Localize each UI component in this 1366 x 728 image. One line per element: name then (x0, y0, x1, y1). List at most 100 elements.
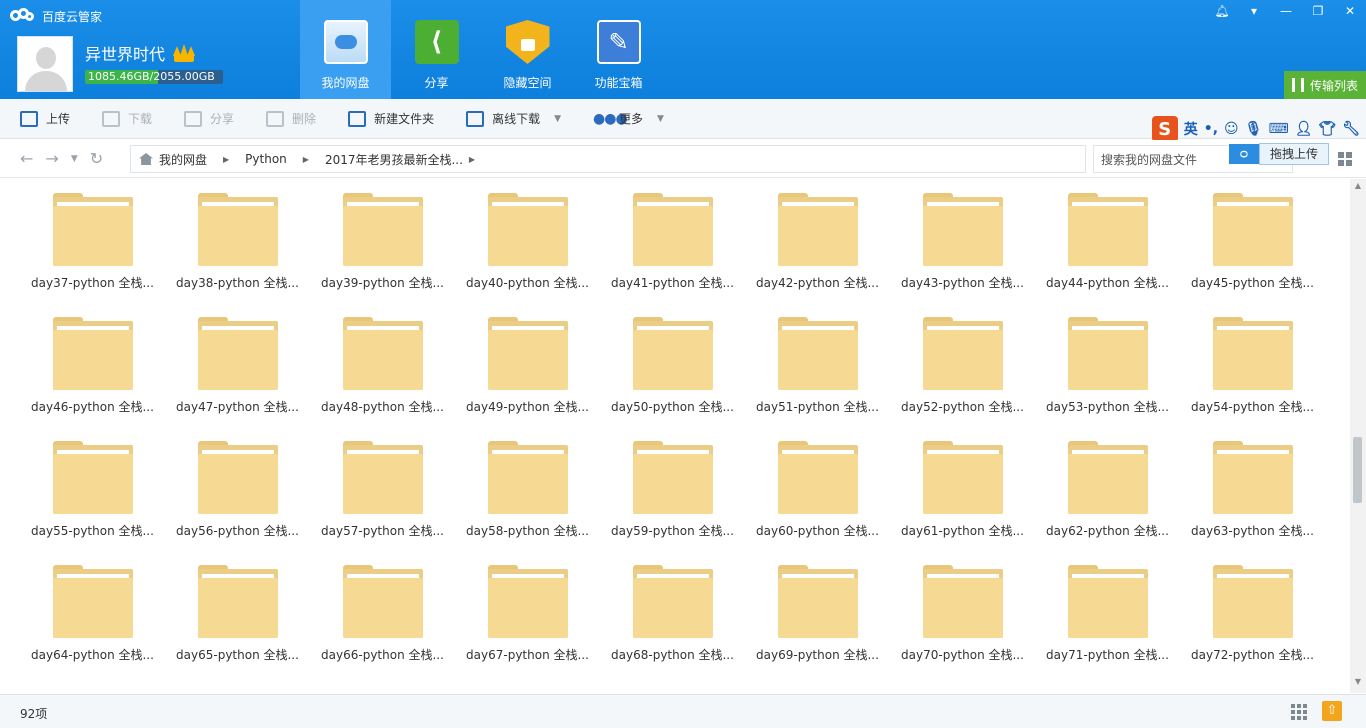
folder-item[interactable]: day65-python 全栈... (165, 565, 310, 689)
home-icon[interactable] (139, 153, 153, 165)
chevron-right-icon[interactable]: ▶ (469, 155, 475, 164)
folder-item[interactable]: day64-python 全栈... (20, 565, 165, 689)
ime-lang-toggle[interactable]: 英 (1184, 119, 1198, 139)
folder-item[interactable]: day71-python 全栈... (1035, 565, 1180, 689)
microphone-icon[interactable]: 🎙︎ (1245, 121, 1263, 137)
back-arrow-icon[interactable]: ← (20, 149, 33, 168)
folder-item[interactable]: day57-python 全栈... (310, 441, 455, 565)
folder-icon (197, 317, 278, 390)
minimize-icon[interactable]: — (1270, 0, 1302, 22)
breadcrumb-item-root[interactable]: 我的网盘 (159, 151, 207, 168)
folder-item[interactable]: day68-python 全栈... (600, 565, 745, 689)
lock-icon (505, 20, 550, 64)
sogou-ime-icon[interactable]: S (1151, 116, 1178, 142)
tab-share[interactable]: 分享 (391, 0, 482, 99)
folder-item[interactable]: day63-python 全栈... (1180, 441, 1325, 565)
folder-icon (922, 193, 1003, 266)
scroll-down-icon[interactable]: ▼ (1350, 677, 1366, 691)
folder-name: day52-python 全栈... (901, 400, 1024, 414)
vertical-scrollbar[interactable]: ▲ ▼ (1350, 179, 1366, 693)
emoji-icon[interactable]: ☺ (1224, 121, 1239, 137)
folder-item[interactable]: day72-python 全栈... (1180, 565, 1325, 689)
folder-item[interactable]: day45-python 全栈... (1180, 193, 1325, 317)
offline-download-button[interactable]: 离线下载 ▼ (466, 110, 561, 127)
folder-item[interactable]: day60-python 全栈... (745, 441, 890, 565)
folder-item[interactable]: day37-python 全栈... (20, 193, 165, 317)
history-dropdown-icon[interactable]: ▼ (71, 154, 78, 164)
more-button[interactable]: ●●● 更多 ▼ (593, 110, 664, 127)
folder-item[interactable]: day69-python 全栈... (745, 565, 890, 689)
folder-item[interactable]: day54-python 全栈... (1180, 317, 1325, 441)
username: 异世界时代 (85, 41, 196, 65)
folder-name: day49-python 全栈... (466, 400, 589, 414)
skin-icon[interactable]: 👕︎ (1318, 121, 1336, 137)
delete-button[interactable]: 删除 (266, 110, 316, 127)
view-grid-icon[interactable] (1338, 152, 1352, 166)
folder-item[interactable]: day40-python 全栈... (455, 193, 600, 317)
close-icon[interactable]: ✕ (1334, 0, 1366, 22)
folder-item[interactable]: day62-python 全栈... (1035, 441, 1180, 565)
folder-grid: day37-python 全栈... day38-python 全栈... day3… (20, 193, 1325, 689)
folder-item[interactable]: day66-python 全栈... (310, 565, 455, 689)
breadcrumb-item-current[interactable]: 2017年老男孩最新全栈... (325, 151, 463, 168)
breadcrumb-item-python[interactable]: Python (245, 152, 287, 166)
folder-icon (632, 317, 713, 390)
folder-item[interactable]: day44-python 全栈... (1035, 193, 1180, 317)
bell-icon[interactable]: 🔔︎ (1206, 0, 1238, 22)
tab-my-disk[interactable]: 我的网盘 (300, 0, 391, 99)
folder-item[interactable]: day52-python 全栈... (890, 317, 1035, 441)
chevron-right-icon[interactable]: ▶ (223, 155, 229, 164)
folder-item[interactable]: day38-python 全栈... (165, 193, 310, 317)
folder-item[interactable]: day55-python 全栈... (20, 441, 165, 565)
scroll-thumb[interactable] (1353, 437, 1362, 503)
upload-arrow-icon[interactable]: ⇧ (1322, 701, 1342, 721)
transfer-list-button[interactable]: 传输列表 (1284, 71, 1366, 99)
folder-name: day38-python 全栈... (176, 276, 299, 290)
menu-dropdown-icon[interactable]: ▾ (1238, 0, 1270, 22)
folder-item[interactable]: day56-python 全栈... (165, 441, 310, 565)
status-bar: 92项 ⇧ (0, 694, 1366, 728)
tab-hidden-space[interactable]: 隐藏空间 (482, 0, 573, 99)
folder-icon (922, 317, 1003, 390)
folder-item[interactable]: day59-python 全栈... (600, 441, 745, 565)
baidu-cloud-logo-icon (10, 8, 36, 24)
folder-icon (777, 565, 858, 638)
folder-item[interactable]: day48-python 全栈... (310, 317, 455, 441)
folder-name: day66-python 全栈... (321, 648, 444, 662)
drag-upload-tooltip[interactable]: ᴑ 拖拽上传 (1229, 142, 1330, 166)
folder-name: day47-python 全栈... (176, 400, 299, 414)
folder-item[interactable]: day61-python 全栈... (890, 441, 1035, 565)
avatar[interactable] (17, 36, 73, 92)
new-folder-button[interactable]: 新建文件夹 (348, 110, 434, 127)
folder-item[interactable]: day58-python 全栈... (455, 441, 600, 565)
folder-item[interactable]: day70-python 全栈... (890, 565, 1035, 689)
thumbnail-view-icon[interactable] (1291, 704, 1307, 720)
share-button[interactable]: 分享 (184, 110, 234, 127)
folder-item[interactable]: day43-python 全栈... (890, 193, 1035, 317)
folder-item[interactable]: day49-python 全栈... (455, 317, 600, 441)
folder-item[interactable]: day50-python 全栈... (600, 317, 745, 441)
upload-button[interactable]: 上传 (20, 110, 70, 127)
chevron-right-icon[interactable]: ▶ (303, 155, 309, 164)
user-icon[interactable]: 👤︎ (1295, 121, 1313, 137)
folder-item[interactable]: day51-python 全栈... (745, 317, 890, 441)
tab-toolbox[interactable]: 功能宝箱 (573, 0, 664, 99)
refresh-icon[interactable]: ↻ (90, 149, 103, 168)
forward-arrow-icon[interactable]: → (45, 149, 58, 168)
download-button[interactable]: 下载 (102, 110, 152, 127)
folder-item[interactable]: day46-python 全栈... (20, 317, 165, 441)
folder-item[interactable]: day67-python 全栈... (455, 565, 600, 689)
keyboard-icon[interactable]: ⌨ (1268, 121, 1288, 137)
folder-item[interactable]: day39-python 全栈... (310, 193, 455, 317)
folder-icon (1067, 441, 1148, 514)
folder-item[interactable]: day47-python 全栈... (165, 317, 310, 441)
folder-name: day64-python 全栈... (31, 648, 154, 662)
folder-name: day56-python 全栈... (176, 524, 299, 538)
restore-icon[interactable]: ❐ (1302, 0, 1334, 22)
folder-item[interactable]: day41-python 全栈... (600, 193, 745, 317)
scroll-up-icon[interactable]: ▲ (1350, 181, 1366, 195)
folder-item[interactable]: day42-python 全栈... (745, 193, 890, 317)
folder-item[interactable]: day53-python 全栈... (1035, 317, 1180, 441)
wrench-icon[interactable]: 🔧︎ (1342, 121, 1360, 137)
punctuation-icon[interactable]: •, (1204, 121, 1218, 137)
